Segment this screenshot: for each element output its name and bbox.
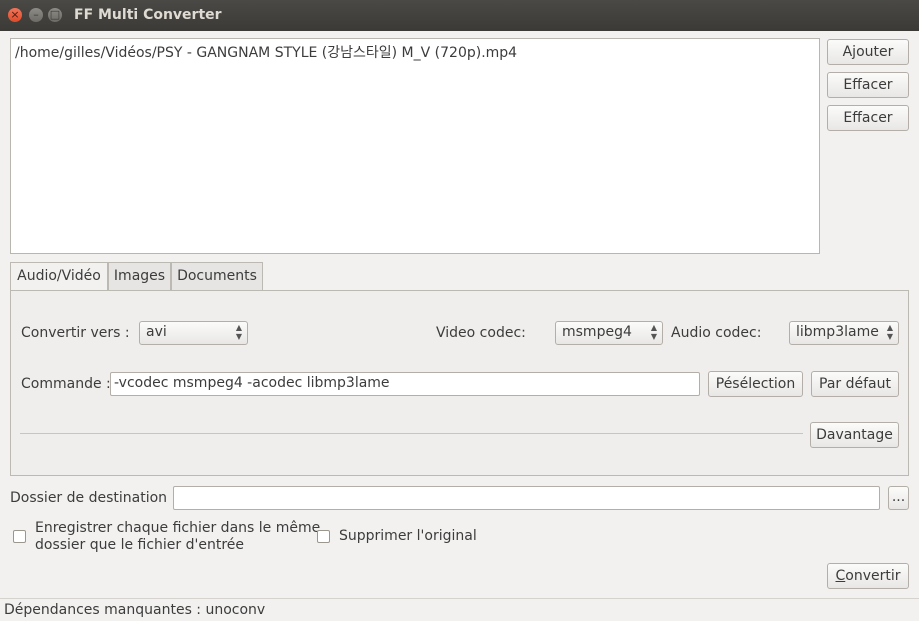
convert-to-select[interactable]: avi ▲ ▼ [139,321,248,345]
close-icon: × [10,8,20,21]
save-same-folder-checkbox[interactable] [13,530,26,543]
tab-documents[interactable]: Documents [171,262,263,290]
convert-to-value: avi [146,324,167,340]
updown-arrows-icon: ▲ ▼ [886,323,893,341]
list-item[interactable]: /home/gilles/Vidéos/PSY - GANGNAM STYLE … [15,42,517,62]
updown-arrows-icon: ▲ ▼ [650,323,657,341]
maximize-icon: □ [49,8,61,21]
convert-to-label: Convertir vers : [21,325,130,341]
window-title: FF Multi Converter [74,7,222,23]
status-text: Dépendances manquantes : unoconv [4,602,266,618]
browse-button[interactable]: ... [888,486,909,510]
destination-label: Dossier de destination : [10,490,177,506]
file-list[interactable]: /home/gilles/Vidéos/PSY - GANGNAM STYLE … [10,38,820,254]
minimize-window-button[interactable]: – [29,8,43,22]
more-button[interactable]: Davantage [810,422,899,448]
delete-original-label: Supprimer l'original [339,528,477,544]
updown-arrows-icon: ▲ ▼ [235,323,242,341]
audio-codec-select[interactable]: libmp3lame ▲ ▼ [789,321,899,345]
save-same-folder-label-line1: Enregistrer chaque fichier dans le même [35,520,321,536]
preselection-button[interactable]: Pésélection [708,371,803,397]
title-bar: × – □ FF Multi Converter [0,0,919,31]
save-same-folder-label-line2: dossier que le fichier d'entrée [35,537,245,553]
command-value: -vcodec msmpeg4 -acodec libmp3lame [114,375,390,391]
convert-button-mnemonic: C [835,568,846,584]
add-button[interactable]: Ajouter [827,39,909,65]
command-label: Commande : [21,376,111,392]
clear-all-button[interactable]: Effacer [827,105,909,131]
delete-original-checkbox[interactable] [317,530,330,543]
maximize-window-button[interactable]: □ [48,8,62,22]
destination-input[interactable] [173,486,880,510]
minimize-icon: – [33,8,39,21]
audio-codec-label: Audio codec: [671,325,762,341]
video-codec-label: Video codec: [436,325,526,341]
command-input[interactable]: -vcodec msmpeg4 -acodec libmp3lame [110,372,700,396]
close-window-button[interactable]: × [8,8,22,22]
tab-images[interactable]: Images [108,262,171,290]
audio-codec-value: libmp3lame [796,324,879,340]
tab-audio-video[interactable]: Audio/Vidéo [10,262,108,292]
convert-button[interactable]: Convertir [827,563,909,589]
video-codec-select[interactable]: msmpeg4 ▲ ▼ [555,321,663,345]
clear-button[interactable]: Effacer [827,72,909,98]
status-bar: Dépendances manquantes : unoconv [0,598,919,621]
divider [20,433,803,434]
convert-button-label: onvertir [845,568,901,584]
default-button[interactable]: Par défaut [811,371,899,397]
video-codec-value: msmpeg4 [562,324,632,340]
